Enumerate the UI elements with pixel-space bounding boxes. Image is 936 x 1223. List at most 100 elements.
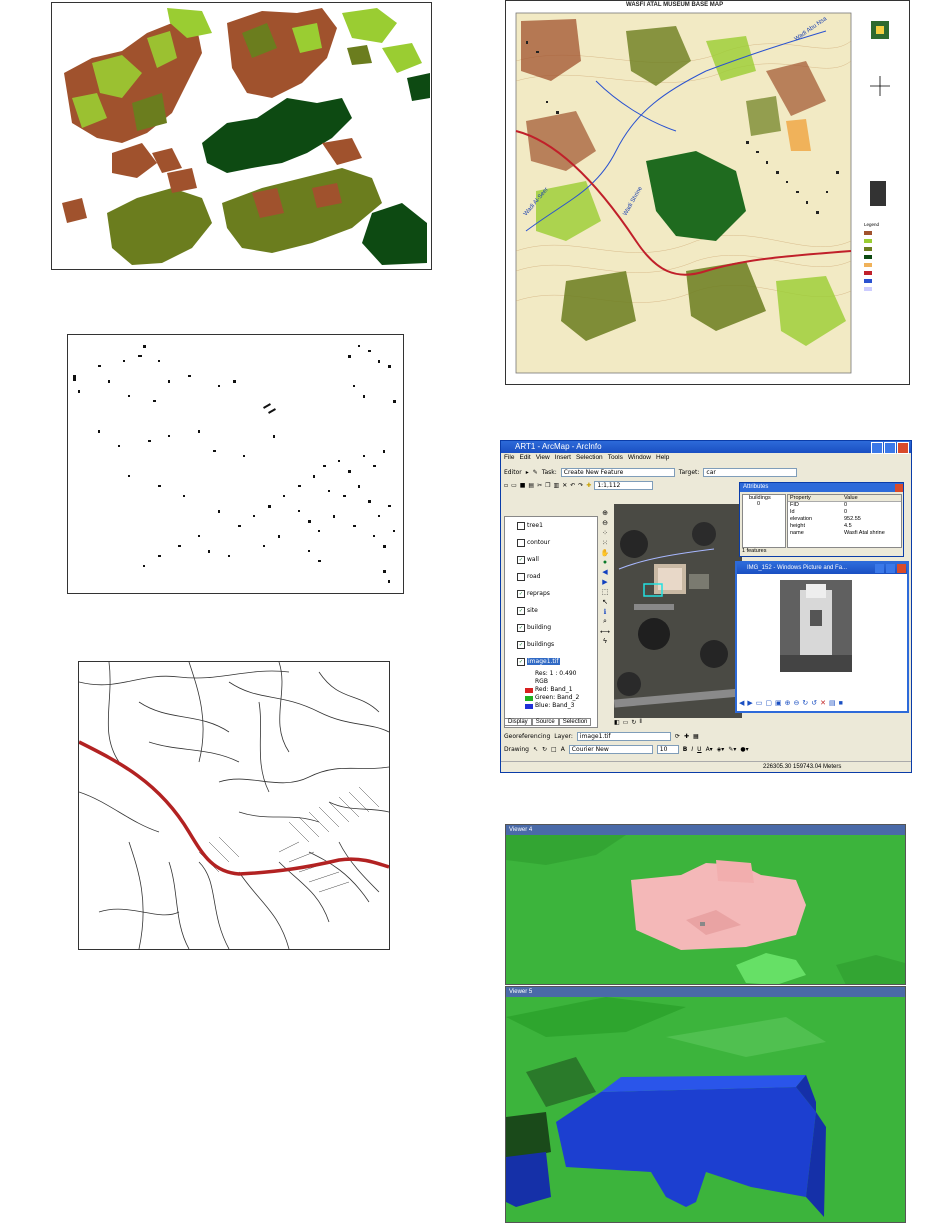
zoom-out-image-icon[interactable]: ⊖ — [794, 699, 800, 707]
map-view[interactable] — [614, 504, 742, 718]
full-extent-icon[interactable]: ● — [603, 559, 607, 566]
tab-display[interactable]: Display — [504, 718, 532, 726]
print-icon[interactable]: ▤ — [528, 482, 534, 489]
menu-edit[interactable]: Edit — [519, 454, 530, 464]
next-image-icon[interactable]: ▶ — [747, 699, 752, 707]
menu-view[interactable]: View — [536, 454, 550, 464]
layer-visibility-checkbox[interactable]: ✓ — [517, 640, 525, 649]
georeferencing-menu[interactable]: Georeferencing — [504, 733, 550, 740]
rectangle-icon[interactable]: □ — [551, 746, 557, 753]
copy-icon[interactable]: ❐ — [545, 482, 550, 489]
select-icon[interactable]: ⬚ — [602, 588, 609, 596]
view-link-table-icon[interactable]: ▦ — [693, 733, 699, 740]
scale-dropdown[interactable]: 1:1,112 — [594, 480, 654, 490]
back-extent-icon[interactable]: ◀ — [602, 568, 607, 576]
picture-viewer-close-button[interactable] — [897, 564, 906, 573]
font-dropdown[interactable]: Courier New — [568, 745, 653, 754]
picture-viewer-maximize-button[interactable] — [886, 564, 895, 573]
fill-color-icon[interactable]: ◈▾ — [717, 746, 725, 753]
tab-source[interactable]: Source — [531, 718, 559, 726]
task-dropdown[interactable]: Create New Feature — [560, 467, 675, 477]
open-icon[interactable]: ▭ — [511, 482, 517, 489]
rotate-icon[interactable]: ⟳ — [675, 733, 680, 740]
zoom-in-image-icon[interactable]: ⊕ — [785, 699, 791, 707]
pause-icon[interactable]: ‖ — [639, 719, 641, 726]
toc-layer[interactable]: ✓ repraps — [505, 585, 597, 602]
layer-visibility-checkbox[interactable]: ✓ — [517, 555, 525, 564]
refresh-icon[interactable]: ↻ — [631, 719, 636, 726]
italic-button[interactable]: I — [691, 746, 693, 753]
layer-visibility-checkbox[interactable] — [517, 538, 525, 547]
layer-visibility-checkbox[interactable]: ✓ — [517, 606, 525, 615]
editor-menu[interactable]: Editor — [504, 469, 522, 476]
zoom-out-icon[interactable]: ⊖ — [602, 519, 608, 527]
rotate-element-icon[interactable]: ↻ — [542, 746, 547, 753]
menu-window[interactable]: Window — [628, 454, 651, 464]
edit-tool-icon[interactable]: ▸ — [526, 469, 529, 476]
sketch-tool-icon[interactable]: ✎ — [533, 469, 538, 476]
data-view-icon[interactable]: ◧ — [614, 719, 620, 726]
zoom-in-icon[interactable]: ⊕ — [602, 509, 608, 517]
target-dropdown[interactable]: car — [703, 467, 798, 477]
layer-visibility-checkbox[interactable] — [517, 572, 525, 581]
new-text-icon[interactable]: A — [561, 746, 565, 753]
marker-color-icon[interactable]: ●▾ — [740, 746, 748, 753]
toc-layer[interactable]: ✓ building — [505, 619, 597, 636]
toc-layer[interactable]: road — [505, 568, 597, 585]
paste-icon[interactable]: ▥ — [554, 482, 560, 489]
cut-icon[interactable]: ✂ — [537, 482, 542, 489]
rotate-ccw-icon[interactable]: ↺ — [811, 699, 817, 707]
layer-dropdown[interactable]: image1.tif — [576, 732, 671, 741]
picture-viewer-minimize-button[interactable] — [875, 564, 884, 573]
toc-layer[interactable]: ✓ site — [505, 602, 597, 619]
save-icon[interactable]: ■ — [520, 482, 526, 489]
tab-selection[interactable]: Selection — [558, 718, 592, 726]
hyperlink-icon[interactable]: ϟ — [603, 638, 607, 645]
menu-help[interactable]: Help — [656, 454, 669, 464]
toc-layer[interactable]: tree1 — [505, 517, 597, 534]
bold-button[interactable]: B — [683, 746, 688, 753]
delete-image-icon[interactable]: ✕ — [820, 699, 826, 707]
menu-insert[interactable]: Insert — [555, 454, 571, 464]
pan-icon[interactable]: ✋ — [601, 549, 610, 557]
underline-button[interactable]: U — [697, 746, 701, 753]
forward-extent-icon[interactable]: ▶ — [602, 578, 607, 586]
undo-icon[interactable]: ↶ — [570, 482, 575, 489]
previous-image-icon[interactable]: ◀ — [739, 699, 744, 707]
minimize-button[interactable] — [871, 442, 883, 454]
maximize-button[interactable] — [884, 442, 896, 454]
find-icon[interactable]: ⌕ — [603, 618, 607, 626]
toc-layer[interactable]: contour — [505, 534, 597, 551]
measure-icon[interactable]: ⟷ — [600, 628, 610, 636]
identify-icon[interactable]: ℹ — [604, 608, 607, 616]
layer-visibility-checkbox[interactable]: ✓ — [517, 623, 525, 632]
layer-visibility-checkbox[interactable] — [517, 521, 525, 530]
toc-layer[interactable]: ✓ image1.tif — [505, 653, 597, 670]
menu-file[interactable]: File — [504, 454, 514, 464]
print-image-icon[interactable]: ▤ — [829, 699, 836, 707]
save-image-icon[interactable]: ■ — [839, 700, 843, 707]
viewer5-scene[interactable] — [506, 997, 905, 1223]
add-control-points-icon[interactable]: ✚ — [684, 733, 689, 740]
new-icon[interactable]: ▫ — [504, 482, 508, 489]
actual-size-icon[interactable]: ▢ — [765, 699, 772, 707]
viewer4-scene[interactable] — [506, 835, 905, 985]
menu-tools[interactable]: Tools — [608, 454, 623, 464]
rotate-cw-icon[interactable]: ↻ — [802, 699, 808, 707]
line-color-icon[interactable]: ✎▾ — [728, 746, 736, 753]
close-button[interactable] — [897, 442, 909, 454]
attributes-close-button[interactable] — [894, 483, 903, 492]
menu-selection[interactable]: Selection — [576, 454, 603, 464]
tree-child[interactable]: 0 — [743, 501, 785, 507]
font-color-icon[interactable]: A▾ — [706, 746, 713, 753]
best-fit-icon[interactable]: ▭ — [756, 699, 763, 707]
slideshow-icon[interactable]: ▣ — [775, 699, 782, 707]
delete-icon[interactable]: ✕ — [562, 482, 567, 489]
toc-layer[interactable]: ✓ buildings — [505, 636, 597, 653]
toc-layer[interactable]: ✓ wall — [505, 551, 597, 568]
layer-visibility-checkbox[interactable]: ✓ — [517, 657, 525, 666]
arrow-icon[interactable]: ↖ — [602, 598, 608, 606]
redo-icon[interactable]: ↷ — [578, 482, 583, 489]
layer-visibility-checkbox[interactable]: ✓ — [517, 589, 525, 598]
layout-view-icon[interactable]: ▭ — [623, 719, 629, 726]
